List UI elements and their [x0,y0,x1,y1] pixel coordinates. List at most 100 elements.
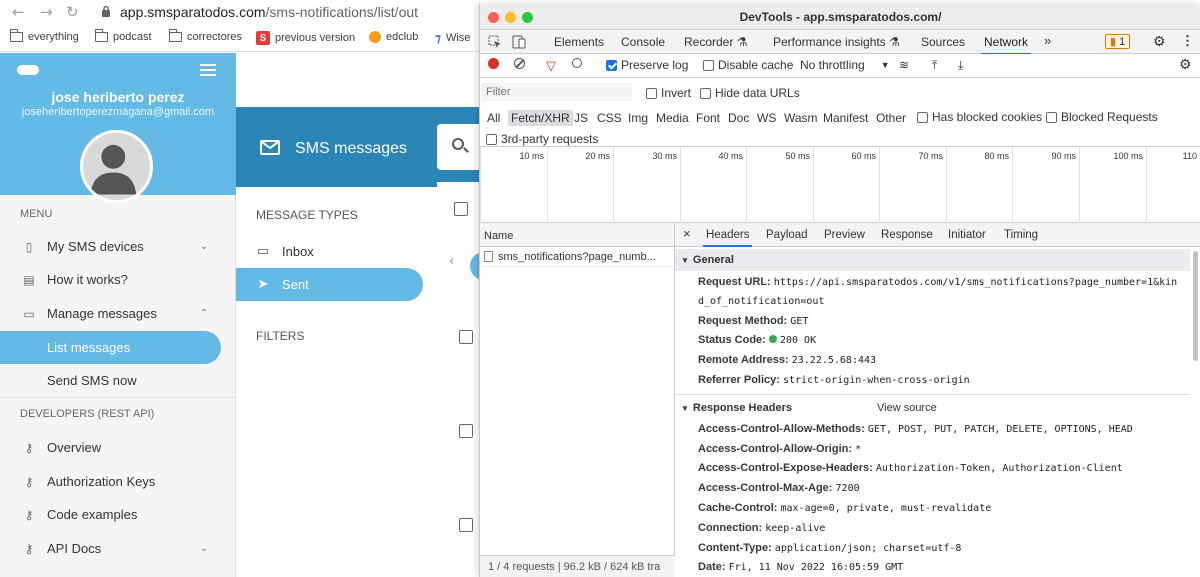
request-url-continuation: d_of_notification=out [698,296,825,307]
type-filter-js[interactable]: JS [571,110,591,126]
header-row: Access-Control-Expose-Headers: Authoriza… [698,462,1123,474]
sidebar: jose heriberto perez joseheribertoperezm… [0,53,236,577]
sidebar-item-list-messages[interactable]: List messages [0,331,221,364]
type-filter-css[interactable]: CSS [594,110,625,126]
back-icon[interactable]: ← [12,3,25,21]
minimize-window-button[interactable] [505,12,516,23]
tab-console[interactable]: Console [621,35,665,49]
request-list-header[interactable]: Name [480,223,674,247]
close-icon[interactable]: × [683,226,691,241]
hamburger-icon[interactable] [200,64,216,76]
bookmark-podcast[interactable]: podcast [95,29,152,43]
preserve-log-checkbox[interactable]: Preserve log [606,58,688,72]
flask-icon: ⚗ [889,35,900,49]
response-headers-section-header[interactable]: ▼ Response Headers View source [675,397,1190,419]
sidebar-item-api-docs[interactable]: ⚷ API Docs ⌄ [0,532,236,565]
sidebar-item-overview[interactable]: ⚷ Overview [0,431,236,464]
type-filter-ws[interactable]: WS [754,110,779,126]
network-settings-icon[interactable]: ⚙ [1179,56,1192,73]
type-filter-font[interactable]: Font [693,110,723,126]
tab-timing[interactable]: Timing [1004,229,1038,241]
third-party-requests-checkbox[interactable]: 3rd-party requests [486,132,598,146]
tab-initiator[interactable]: Initiator [948,229,986,241]
sidebar-item-my-sms-devices[interactable]: ▯ My SMS devices ⌄ [0,230,236,263]
detail-tab-bar: × Headers Payload Preview Response Initi… [675,223,1200,247]
type-inbox[interactable]: ▭ Inbox [236,235,423,268]
general-section-header[interactable]: ▼ General [675,249,1190,271]
reload-icon[interactable]: ↻ [66,3,79,21]
download-icon[interactable]: ⤓ [958,58,963,73]
type-filter-manifest[interactable]: Manifest [820,110,871,126]
sidebar-item-authorization-keys[interactable]: ⚷ Authorization Keys [0,465,236,498]
tab-response[interactable]: Response [881,229,933,241]
filter-icon[interactable]: ▽ [546,58,556,74]
request-row[interactable]: sms_notifications?page_numb... [480,247,674,267]
sidebar-item-manage-messages[interactable]: ▭ Manage messages ⌃ [0,297,236,330]
bookmark-wise[interactable]: ⁊ Wise [435,31,470,45]
invert-checkbox[interactable]: Invert [646,86,691,100]
record-button[interactable] [488,58,499,69]
row-checkbox[interactable] [459,330,473,344]
tab-payload[interactable]: Payload [766,229,808,241]
detail-scrollbar[interactable] [1193,251,1198,361]
clear-button[interactable] [514,58,525,69]
chevron-left-icon[interactable]: ‹ [449,254,454,269]
has-blocked-cookies-checkbox[interactable]: Has blocked cookies [917,110,1042,124]
forward-icon[interactable]: → [40,3,53,21]
app-topbar [236,53,480,107]
type-filter-img[interactable]: Img [625,110,651,126]
throttling-select[interactable]: No throttling ▼ [800,58,890,72]
bookmark-previous-version[interactable]: Sprevious version [256,31,355,45]
filter-input[interactable] [482,83,632,101]
type-filter-all[interactable]: All [484,110,503,126]
close-window-button[interactable] [488,12,499,23]
bookmark-correctores[interactable]: correctores [169,29,242,43]
settings-icon[interactable]: ⚙ [1153,33,1166,50]
disable-cache-checkbox[interactable]: Disable cache [703,58,793,72]
more-options-icon[interactable]: ⋮ [1181,33,1194,49]
user-email: joseheribertoperezmagana@gmail.com [21,106,215,118]
search-input[interactable] [437,124,480,170]
request-url-row: Request URL: https://api.smsparatodos.co… [698,276,1178,288]
blocked-requests-checkbox[interactable]: Blocked Requests [1046,110,1158,124]
sidebar-item-how-it-works[interactable]: ▤ How it works? [0,263,236,296]
row-checkbox[interactable] [459,518,473,532]
devtools-title: DevTools - app.smsparatodos.com/ [739,10,942,24]
select-all-checkbox[interactable] [454,202,468,216]
tab-network[interactable]: Network [980,35,1032,55]
hide-data-urls-checkbox[interactable]: Hide data URLs [700,86,800,100]
record-icon [488,58,499,69]
timeline-tick: 10 ms [480,147,547,223]
network-conditions-icon[interactable]: ≋ [899,58,909,72]
type-filter-fetch-xhr[interactable]: Fetch/XHR [508,110,573,126]
sidebar-item-send-sms-now[interactable]: Send SMS now [0,364,236,397]
type-filter-wasm[interactable]: Wasm [781,110,821,126]
issues-badge[interactable]: ▮ 1 [1105,34,1131,49]
tab-sources[interactable]: Sources [921,35,965,49]
type-sent[interactable]: ➤ Sent [236,268,423,301]
view-source-link[interactable]: View source [877,402,937,414]
upload-icon[interactable]: ⤒ [932,58,937,73]
tab-preview[interactable]: Preview [824,229,865,241]
type-filter-media[interactable]: Media [653,110,692,126]
maximize-window-button[interactable] [522,12,533,23]
inspect-icon[interactable] [488,35,502,52]
url-field[interactable]: app.smsparatodos.com/sms-notifications/l… [120,4,418,20]
tab-recorder[interactable]: Recorder ⚗ [684,35,747,49]
header-row: Connection: keep-alive [698,522,826,534]
bookmark-everything[interactable]: everything [10,29,79,43]
tab-elements[interactable]: Elements [554,35,604,49]
row-checkbox[interactable] [459,424,473,438]
tab-performance-insights[interactable]: Performance insights ⚗ [773,35,900,49]
search-icon[interactable] [572,58,582,68]
type-filter-other[interactable]: Other [873,110,909,126]
more-tabs-icon[interactable]: » [1044,33,1051,48]
device-toggle-icon[interactable] [512,35,526,52]
dropdown-arrow-icon: ▼ [880,60,890,70]
sidebar-item-code-examples[interactable]: ⚷ Code examples [0,498,236,531]
send-icon: ➤ [257,277,269,292]
tab-headers[interactable]: Headers [702,229,753,247]
file-icon [484,251,493,262]
bookmark-edclub[interactable]: edclub [369,31,418,43]
type-filter-doc[interactable]: Doc [725,110,752,126]
